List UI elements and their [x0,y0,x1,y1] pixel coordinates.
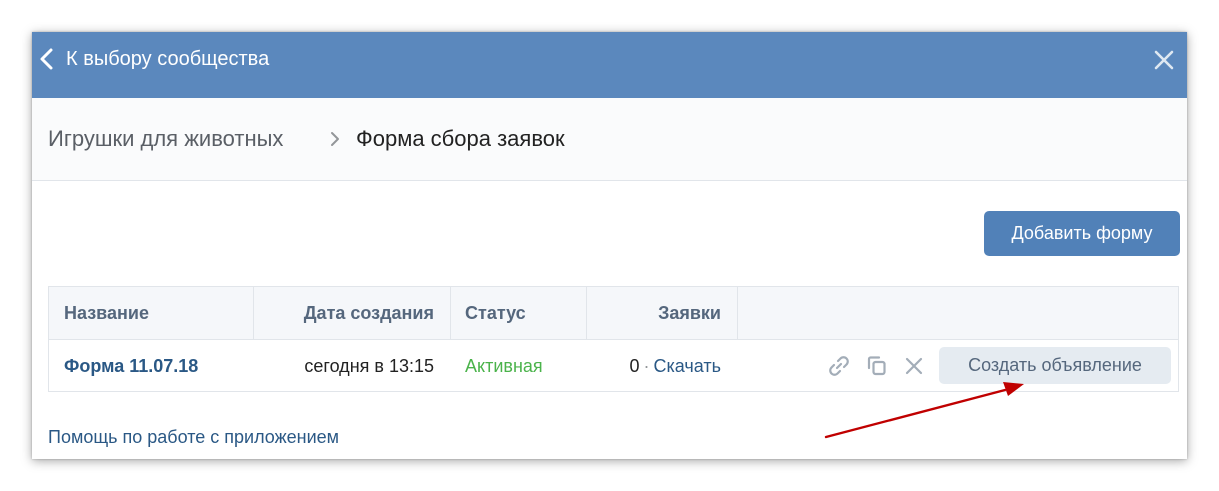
forms-table: Название Дата создания Статус Заявки Фор… [48,286,1179,392]
requests-cell: 0 · Скачать [629,340,721,392]
column-divider [253,287,254,339]
app-window: К выбору сообщества Игрушки для животных… [32,32,1187,459]
back-to-community-link[interactable]: К выбору сообщества [66,46,269,72]
download-link[interactable]: Скачать [654,356,722,376]
chevron-left-icon[interactable] [38,47,56,71]
column-divider [586,287,587,339]
copy-icon[interactable] [865,354,889,378]
requests-count: 0 [629,356,640,376]
created-date: сегодня в 13:15 [304,356,434,376]
breadcrumb-parent[interactable]: Игрушки для животных [48,124,283,154]
close-icon[interactable] [1153,49,1175,71]
separator-dot: · [643,356,650,376]
breadcrumb-current: Форма сбора заявок [356,126,565,151]
form-name-link[interactable]: Форма 11.07.18 [64,340,198,392]
column-header-created: Дата создания [303,303,434,323]
delete-icon[interactable] [902,354,926,378]
stage: К выбору сообщества Игрушки для животных… [0,0,1219,491]
column-header-name: Название [64,303,149,323]
create-ad-button[interactable]: Создать объявление [939,347,1171,384]
title-bar: К выбору сообщества [32,32,1187,98]
link-icon[interactable] [827,354,851,378]
column-header-status: Статус [465,303,526,323]
column-divider [737,287,738,339]
help-link[interactable]: Помощь по работе с приложением [48,425,339,449]
column-divider [450,287,451,339]
add-form-button[interactable]: Добавить форму [984,211,1180,256]
chevron-right-icon [331,132,339,146]
breadcrumb: Игрушки для животных Форма сбора заявок [32,98,1187,181]
column-header-requests: Заявки [658,303,721,323]
status-badge: Активная [465,356,543,376]
table-header: Название Дата создания Статус Заявки [49,287,1178,340]
